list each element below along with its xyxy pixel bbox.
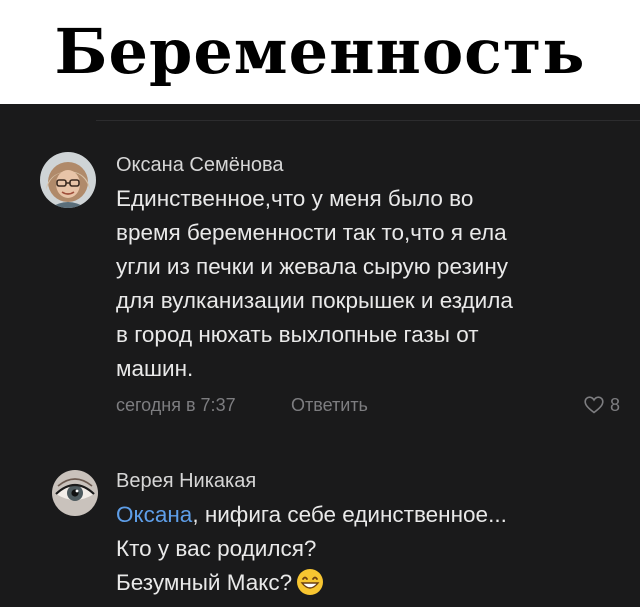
comment-text: Оксана, нифига себе единственное... Кто … (116, 498, 620, 600)
like-count: 8 (609, 395, 620, 415)
heart-icon (584, 396, 604, 414)
mention-link[interactable]: Оксана (116, 502, 192, 527)
author-name[interactable]: Верея Никакая (116, 468, 620, 494)
user-photo-avatar (40, 152, 96, 208)
eye-photo-avatar (52, 470, 98, 516)
comment-meta: сегодня в 7:37 Ответить 8 (116, 390, 620, 420)
author-name[interactable]: Оксана Семёнова (116, 152, 620, 178)
reply-button[interactable]: Ответить (291, 390, 368, 420)
timestamp: сегодня в 7:37 (116, 395, 236, 415)
comment-body: Оксана Семёнова Единственное,что у меня … (116, 152, 620, 420)
avatar[interactable] (40, 152, 96, 208)
avatar[interactable] (52, 470, 98, 516)
grinning-emoji-icon (296, 568, 324, 596)
like-button[interactable]: 8 (584, 390, 620, 420)
comment-body: Верея Никакая Оксана, нифига себе единст… (116, 468, 620, 600)
meme-title: Беременность (54, 15, 586, 88)
divider (96, 120, 640, 121)
comment-text: Единственное,что у меня было во время бе… (116, 186, 513, 381)
meme-header: Беременность (0, 0, 640, 104)
